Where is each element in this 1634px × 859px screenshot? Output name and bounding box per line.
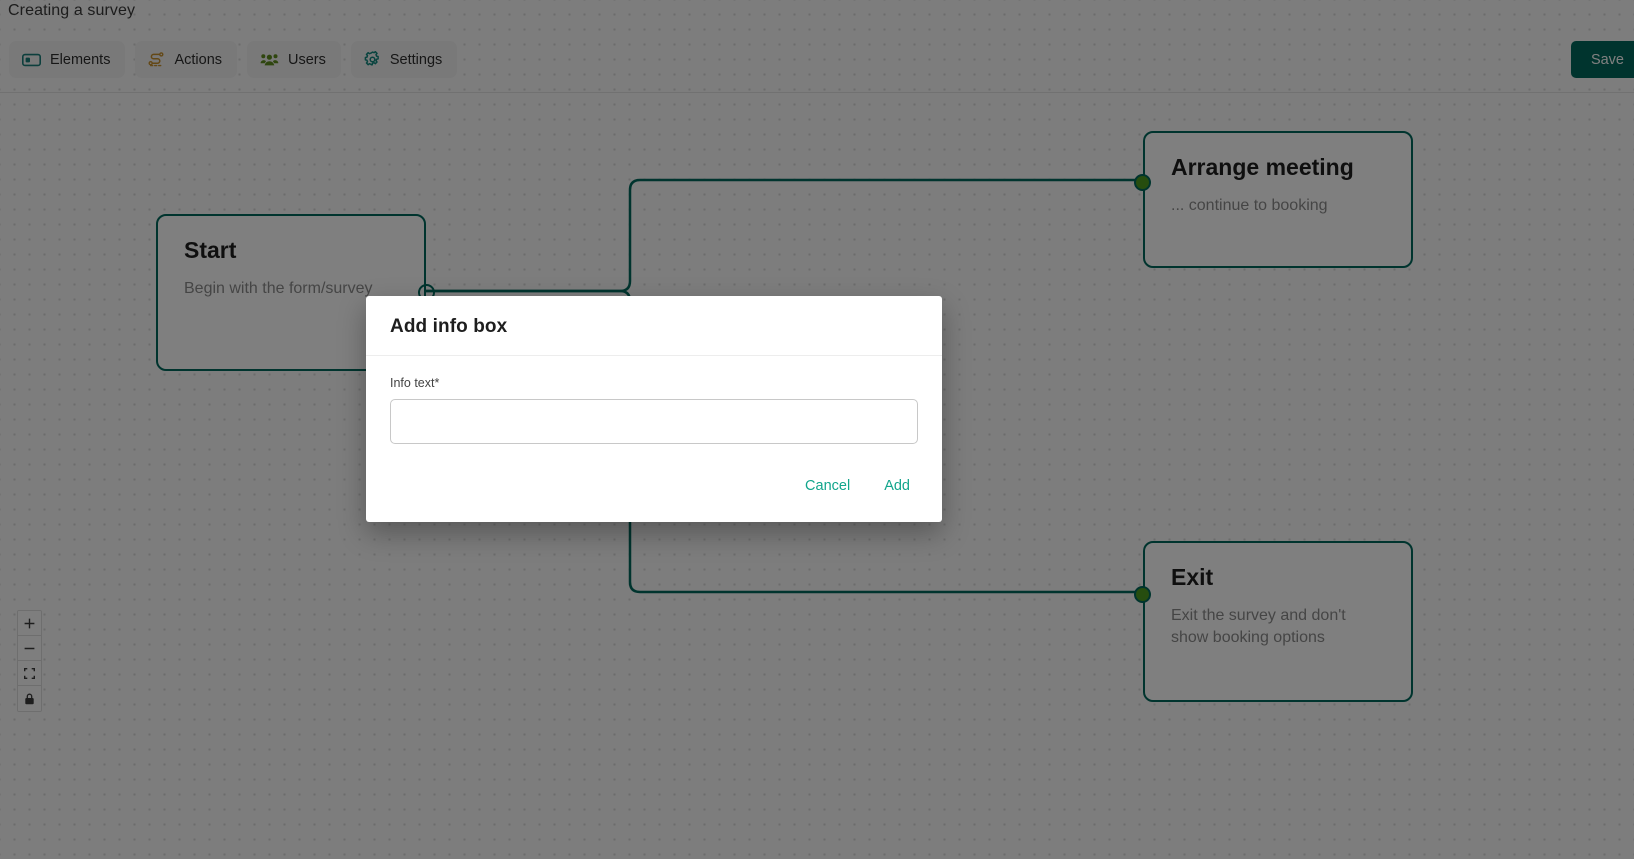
info-text-input[interactable] — [390, 399, 918, 444]
cancel-button[interactable]: Cancel — [793, 472, 862, 500]
add-button[interactable]: Add — [872, 472, 922, 500]
dialog-body: Info text* — [366, 356, 942, 450]
survey-flow-editor: Start Begin with the form/survey Arrange… — [0, 0, 1634, 859]
dialog-footer: Cancel Add — [366, 450, 942, 522]
info-text-label: Info text* — [390, 376, 440, 390]
dialog-title: Add info box — [366, 296, 942, 356]
add-info-box-dialog: Add info box Info text* Cancel Add — [366, 296, 942, 522]
